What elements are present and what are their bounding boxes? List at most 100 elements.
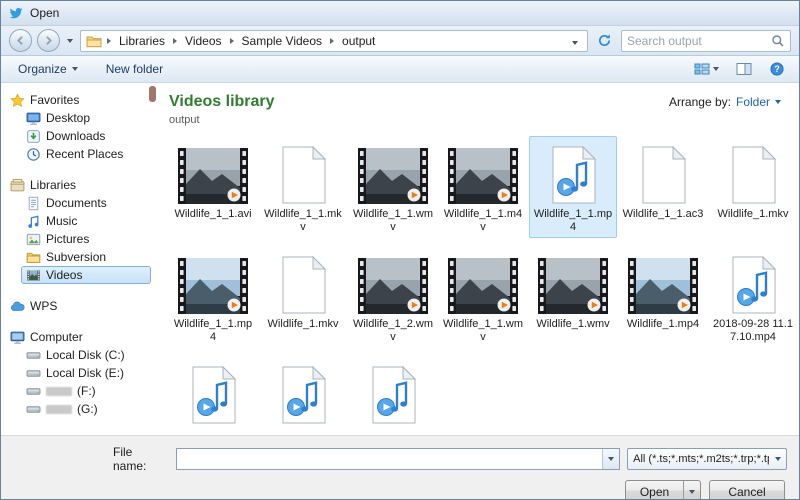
file-name-combo[interactable] bbox=[176, 448, 620, 470]
sidebar-item-favorites[interactable]: Favorites bbox=[5, 91, 151, 109]
file-name-input[interactable] bbox=[177, 449, 602, 469]
preview-pane-icon bbox=[736, 62, 752, 76]
file-item[interactable]: Wildlife_1_1.wmv bbox=[439, 246, 527, 348]
help-button[interactable]: ? bbox=[765, 58, 789, 80]
file-item[interactable]: Wildlife_1.mp4 bbox=[619, 246, 707, 348]
file-item[interactable]: Wildlife_1_2.wmv bbox=[349, 246, 437, 348]
window-title: Open bbox=[30, 6, 59, 20]
file-item[interactable]: Wildlife_1_1.mp4 bbox=[529, 136, 617, 238]
file-item[interactable]: Wildlife_1_1.wmv bbox=[349, 136, 437, 238]
forward-arrow-icon bbox=[42, 34, 55, 47]
navigation-bar: Libraries Videos Sample Videos output bbox=[1, 26, 799, 56]
file-item[interactable]: Wildlife_1_1.m4v bbox=[439, 136, 527, 238]
sidebar-item-libraries[interactable]: Libraries bbox=[5, 176, 151, 194]
sidebar-item-wps[interactable]: WPS bbox=[5, 297, 151, 315]
blank-file-icon bbox=[280, 142, 326, 204]
breadcrumb-separator-icon bbox=[107, 38, 111, 44]
sidebar-item-label: Libraries bbox=[30, 178, 76, 192]
button-row: Open Cancel bbox=[13, 480, 787, 500]
cancel-button[interactable]: Cancel bbox=[709, 480, 785, 500]
sidebar-item-label: Music bbox=[46, 214, 77, 228]
sidebar-item-local-disk-e[interactable]: Local Disk (E:) bbox=[21, 364, 151, 382]
recent-pages-dropdown[interactable] bbox=[65, 37, 75, 45]
preview-pane-button[interactable] bbox=[732, 58, 756, 80]
back-button[interactable] bbox=[9, 29, 32, 52]
file-name-dropdown[interactable] bbox=[602, 449, 619, 469]
breadcrumb-item-libraries[interactable]: Libraries bbox=[114, 32, 170, 50]
file-item[interactable]: Wildlife_1_1.ac3 bbox=[619, 136, 707, 238]
breadcrumb-dropdown[interactable] bbox=[568, 34, 582, 48]
computer-icon bbox=[10, 330, 25, 345]
file-item[interactable] bbox=[169, 356, 257, 432]
sidebar-scrollbar[interactable] bbox=[149, 86, 156, 424]
file-item[interactable]: Wildlife_1_1.mkv bbox=[259, 136, 347, 238]
sidebar-item-computer[interactable]: Computer bbox=[5, 328, 151, 346]
file-item[interactable]: Wildlife_1.mkv bbox=[259, 246, 347, 348]
file-item[interactable] bbox=[349, 356, 437, 432]
sidebar-item-subversion[interactable]: Subversion bbox=[21, 248, 151, 266]
main-area: Favorites Desktop Downloads Recent Places Li… bbox=[1, 83, 799, 435]
breadcrumb[interactable]: Libraries Videos Sample Videos output bbox=[80, 30, 588, 52]
sidebar-item-recent-places[interactable]: Recent Places bbox=[21, 145, 151, 163]
sidebar-scrollbar-thumb[interactable] bbox=[149, 86, 156, 102]
arrange-by-label: Arrange by: bbox=[669, 95, 731, 109]
sidebar-item-documents[interactable]: Documents bbox=[21, 194, 151, 212]
file-name-row: File name: All (*.ts;*.mts;*.m2ts;*.trp;… bbox=[13, 445, 787, 473]
change-view-button[interactable] bbox=[690, 58, 723, 80]
open-dropdown[interactable] bbox=[683, 481, 700, 500]
file-type-dropdown[interactable] bbox=[769, 457, 786, 461]
breadcrumb-item-output[interactable]: output bbox=[337, 32, 380, 50]
file-item[interactable]: 2018-09-28 11.17.10.mp4 bbox=[709, 246, 797, 348]
sidebar-item-pictures[interactable]: Pictures bbox=[21, 230, 151, 248]
sidebar-item-label: (F:) bbox=[77, 384, 96, 398]
file-item[interactable]: Wildlife_1.mkv bbox=[709, 136, 797, 238]
sidebar-item-music[interactable]: Music bbox=[21, 212, 151, 230]
sidebar-item-label: Favorites bbox=[30, 93, 79, 107]
new-folder-button[interactable]: New folder bbox=[99, 59, 170, 79]
file-item[interactable]: Wildlife_1.wmv bbox=[529, 246, 617, 348]
file-item-label: Wildlife_1_2.wmv bbox=[352, 318, 434, 344]
file-type-select[interactable]: All (*.ts;*.mts;*.m2ts;*.trp;*.tp;* bbox=[627, 448, 787, 470]
sidebar-item-downloads[interactable]: Downloads bbox=[21, 127, 151, 145]
sidebar-item-label: Computer bbox=[30, 330, 83, 344]
film-thumb-icon bbox=[448, 252, 518, 314]
file-item[interactable]: Wildlife_1_1.avi bbox=[169, 136, 257, 238]
file-item[interactable] bbox=[259, 356, 347, 432]
sidebar-item-desktop[interactable]: Desktop bbox=[21, 109, 151, 127]
videos-icon bbox=[26, 268, 41, 283]
film-thumb-blue-icon bbox=[628, 252, 698, 314]
search-icon bbox=[771, 34, 785, 48]
sidebar-item-label: Subversion bbox=[46, 250, 106, 264]
blank-file-icon bbox=[640, 142, 686, 204]
svg-text:?: ? bbox=[774, 64, 779, 74]
breadcrumb-item-videos[interactable]: Videos bbox=[180, 32, 226, 50]
open-button[interactable]: Open bbox=[626, 485, 683, 499]
sidebar-item-videos[interactable]: Videos bbox=[21, 266, 151, 284]
chevron-down-icon bbox=[608, 457, 614, 461]
title-bar[interactable]: Open bbox=[1, 1, 799, 26]
sidebar-item-g[interactable]: (G:) bbox=[21, 400, 151, 418]
forward-button[interactable] bbox=[37, 29, 60, 52]
sidebar-item-local-disk-c[interactable]: Local Disk (C:) bbox=[21, 346, 151, 364]
breadcrumb-item-sample-videos[interactable]: Sample Videos bbox=[237, 32, 328, 50]
sidebar-item-label: Pictures bbox=[46, 232, 89, 246]
film-thumb-icon bbox=[358, 142, 428, 204]
file-name-label: File name: bbox=[113, 445, 168, 473]
organize-button[interactable]: Organize bbox=[11, 59, 85, 79]
sidebar-item-f[interactable]: (F:) bbox=[21, 382, 151, 400]
arrange-by-control[interactable]: Arrange by: Folder bbox=[669, 95, 781, 109]
film-thumb-icon bbox=[448, 142, 518, 204]
command-bar: Organize New folder ? bbox=[1, 56, 799, 83]
open-split-button[interactable]: Open bbox=[625, 480, 701, 500]
chevron-down-icon bbox=[572, 41, 578, 45]
file-item-label: Wildlife_1_1.avi bbox=[174, 208, 251, 221]
refresh-button[interactable] bbox=[593, 30, 616, 52]
drive-icon bbox=[26, 384, 41, 399]
arrange-by-value[interactable]: Folder bbox=[736, 95, 770, 109]
search-input[interactable] bbox=[627, 34, 771, 48]
file-item[interactable]: Wildlife_1_1.mp4 bbox=[169, 246, 257, 348]
search-box[interactable] bbox=[621, 30, 791, 52]
sidebar-item-label: Videos bbox=[46, 268, 82, 282]
sidebar-item-label: Downloads bbox=[46, 129, 105, 143]
file-item-label: Wildlife_1.mkv bbox=[268, 318, 339, 331]
